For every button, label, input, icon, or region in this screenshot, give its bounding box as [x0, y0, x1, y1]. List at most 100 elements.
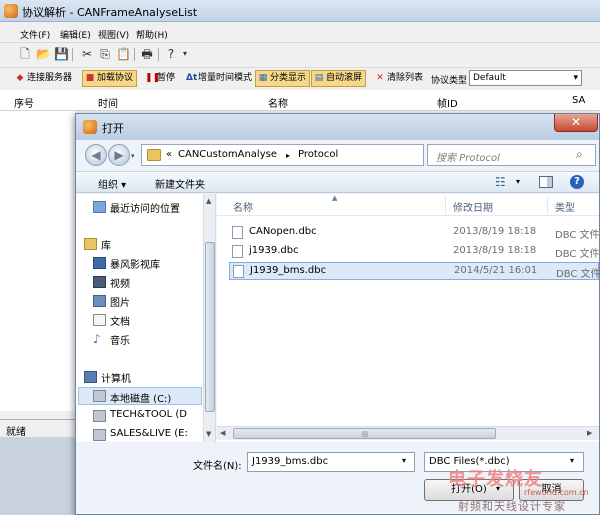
auto-scroll-label: 自动滚屏: [326, 73, 363, 83]
nav-item-sales-live[interactable]: SALES&LIVE (E:: [110, 428, 188, 439]
column-index[interactable]: 序号: [14, 95, 34, 110]
file-row-selected[interactable]: J1939_bms.dbc 2014/5/21 16:01 DBC 文件: [229, 262, 600, 280]
watermark-slogan: 射频和天线设计专家: [458, 500, 566, 513]
file-row[interactable]: j1939.dbc 2013/8/19 18:18 DBC 文件: [229, 243, 600, 261]
file-list-header: ▲ 名称 修改日期 类型: [217, 194, 599, 216]
status-bar: 就绪: [0, 419, 78, 438]
search-icon[interactable]: ⌕: [576, 147, 583, 162]
nav-item-storm-library[interactable]: 暴风影视库: [110, 256, 160, 271]
scroll-down-icon[interactable]: ▼: [206, 430, 211, 438]
file-list: ▲ 名称 修改日期 类型 CANopen.dbc 2013/8/19 18:18…: [217, 194, 600, 442]
connect-server-button[interactable]: ◆ 连接服务器: [12, 70, 76, 87]
nav-item-tech-tool[interactable]: TECH&TOOL (D: [110, 409, 187, 420]
sort-ascending-icon: ▲: [332, 194, 338, 202]
disk-drive-icon: [93, 410, 106, 422]
clear-list-label: 清除列表: [387, 73, 424, 83]
scrollbar-thumb[interactable]: [205, 242, 215, 412]
scroll-left-icon[interactable]: ◀: [220, 429, 225, 437]
open-folder-icon[interactable]: 📂: [36, 47, 51, 61]
load-protocol-label: 加载协议: [97, 73, 134, 83]
toolbar-overflow-icon[interactable]: ▾: [178, 47, 192, 61]
file-date: 2014/5/21 16:01: [454, 265, 538, 276]
auto-scroll-button[interactable]: ▤ 自动滚屏: [311, 70, 367, 87]
category-display-button[interactable]: ▦ 分类显示: [255, 70, 311, 87]
nav-item-local-disk-highlight[interactable]: 本地磁盘 (C:): [78, 387, 202, 405]
clear-list-button[interactable]: ✕ 清除列表: [372, 70, 427, 87]
desktop-background: [0, 437, 78, 515]
file-name: j1939.dbc: [249, 245, 299, 256]
menu-help[interactable]: 帮助(H): [136, 28, 168, 41]
frame-list[interactable]: [0, 111, 75, 411]
toolbar-separator: [72, 48, 73, 61]
chevron-down-icon[interactable]: ▾: [570, 456, 574, 465]
preview-pane-icon[interactable]: [539, 176, 553, 188]
nav-item-pictures[interactable]: 图片: [110, 294, 130, 309]
close-button[interactable]: ✕: [554, 114, 598, 132]
help-icon[interactable]: ?: [164, 47, 178, 61]
column-header-type[interactable]: 类型: [555, 199, 575, 214]
file-list-horizontal-scrollbar[interactable]: ◀ ||| ▶: [217, 426, 599, 440]
new-folder-button[interactable]: 新建文件夹: [155, 176, 205, 191]
address-overflow[interactable]: «: [166, 149, 172, 160]
scroll-up-icon[interactable]: ▲: [206, 197, 211, 205]
nav-item-computer[interactable]: 计算机: [101, 370, 131, 385]
disk-drive-icon: [93, 429, 106, 441]
nav-item-local-disk: 本地磁盘 (C:): [110, 394, 172, 405]
nav-item-recent[interactable]: 最近访问的位置: [110, 200, 180, 215]
organize-button[interactable]: 组织 ▾: [98, 176, 126, 191]
recent-locations-dropdown[interactable]: ▾: [131, 152, 135, 160]
file-type: DBC 文件: [556, 269, 600, 280]
column-name[interactable]: 名称: [268, 95, 288, 110]
dialog-titlebar: 打开 ✕: [76, 114, 599, 140]
view-options-icon[interactable]: ☷: [495, 175, 506, 189]
save-icon[interactable]: 💾: [54, 47, 69, 61]
menu-edit[interactable]: 编辑(E): [60, 28, 91, 41]
column-sa[interactable]: SA: [572, 95, 585, 106]
column-header-name[interactable]: 名称: [233, 199, 253, 214]
file-icon: [233, 265, 244, 278]
paste-icon[interactable]: 📋: [116, 47, 131, 61]
frame-list-header: 序号 时间 名称 帧ID SA: [0, 90, 600, 111]
filename-input[interactable]: J1939_bms.dbc: [247, 452, 415, 472]
pause-button[interactable]: ❚❚ 暂停: [142, 70, 179, 87]
navigation-scrollbar[interactable]: ▲ ▼: [203, 194, 215, 442]
scrollbar-thumb[interactable]: |||: [233, 428, 496, 439]
breadcrumb-cancustomanalyse[interactable]: CANCustomAnalyse: [178, 149, 277, 160]
nav-item-music[interactable]: 音乐: [110, 332, 130, 347]
column-time[interactable]: 时间: [98, 95, 118, 110]
cut-icon[interactable]: ✂: [80, 47, 94, 61]
column-divider[interactable]: [547, 196, 548, 214]
print-icon[interactable]: 🖶: [140, 47, 154, 61]
music-icon: ♪: [93, 332, 101, 346]
clear-icon: ✕: [376, 73, 384, 83]
column-header-modified[interactable]: 修改日期: [453, 199, 493, 214]
scroll-right-icon[interactable]: ▶: [587, 429, 592, 437]
menu-view[interactable]: 视图(V): [98, 28, 129, 41]
time-mode-icon: Δt: [186, 73, 198, 83]
address-bar[interactable]: « CANCustomAnalyse ▸ Protocol ▾ ⇆: [141, 144, 475, 166]
nav-item-library[interactable]: 库: [101, 237, 111, 252]
nav-item-documents[interactable]: 文档: [110, 313, 130, 328]
app-icon: [4, 4, 18, 18]
chevron-down-icon[interactable]: ▾: [402, 456, 406, 465]
toolbar-separator: [158, 48, 159, 61]
new-file-icon[interactable]: 🗋: [18, 47, 32, 61]
file-row[interactable]: CANopen.dbc 2013/8/19 18:18 DBC 文件: [229, 224, 600, 242]
increment-time-button[interactable]: Δt 增量时间模式: [183, 70, 256, 87]
nav-item-videos[interactable]: 视频: [110, 275, 130, 290]
search-input[interactable]: 搜索 Protocol ⌕: [427, 144, 596, 166]
forward-button[interactable]: ▶: [108, 144, 130, 166]
back-button[interactable]: ◀: [85, 144, 107, 166]
menu-file[interactable]: 文件(F): [20, 28, 50, 41]
chevron-down-icon[interactable]: ▾: [516, 177, 520, 186]
load-protocol-button[interactable]: ■ 加载协议: [82, 70, 138, 87]
breadcrumb-protocol[interactable]: Protocol: [298, 149, 338, 160]
protocol-type-select[interactable]: Default ▾: [469, 70, 582, 86]
toolbar-separator: [134, 48, 135, 61]
arrow-left-icon: ◀: [91, 148, 101, 162]
breadcrumb-separator-icon[interactable]: ▸: [286, 151, 290, 160]
column-frame-id[interactable]: 帧ID: [437, 95, 458, 110]
copy-icon[interactable]: ⎘: [98, 47, 112, 61]
help-icon[interactable]: ?: [570, 175, 584, 189]
column-divider[interactable]: [445, 196, 446, 214]
